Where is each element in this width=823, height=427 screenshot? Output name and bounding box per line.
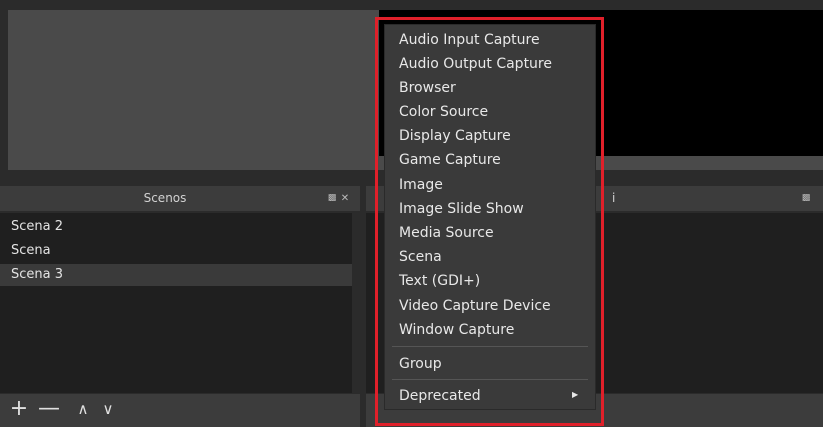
add-scene-button[interactable]: + — [9, 394, 29, 424]
move-scene-down-button[interactable]: ∨ — [99, 394, 117, 424]
scenes-scroll-gutter — [352, 213, 362, 393]
scenes-dock-title: Scenos — [143, 191, 187, 205]
top-strip — [0, 0, 823, 10]
preview-canvas-left — [8, 10, 379, 170]
scene-item-selected[interactable]: Scena 3 — [0, 264, 352, 286]
sources-dock-title: i — [612, 191, 616, 205]
move-scene-up-button[interactable]: ∧ — [74, 394, 92, 424]
scene-item[interactable]: Scena 2 — [0, 216, 352, 238]
remove-scene-button[interactable]: — — [38, 394, 60, 424]
close-icon[interactable]: ✕ — [339, 186, 351, 211]
highlight-box — [375, 17, 604, 426]
float-icon[interactable]: ▩ — [326, 186, 338, 211]
scene-item[interactable]: Scena — [0, 240, 352, 262]
float-icon[interactable]: ▩ — [800, 186, 812, 211]
